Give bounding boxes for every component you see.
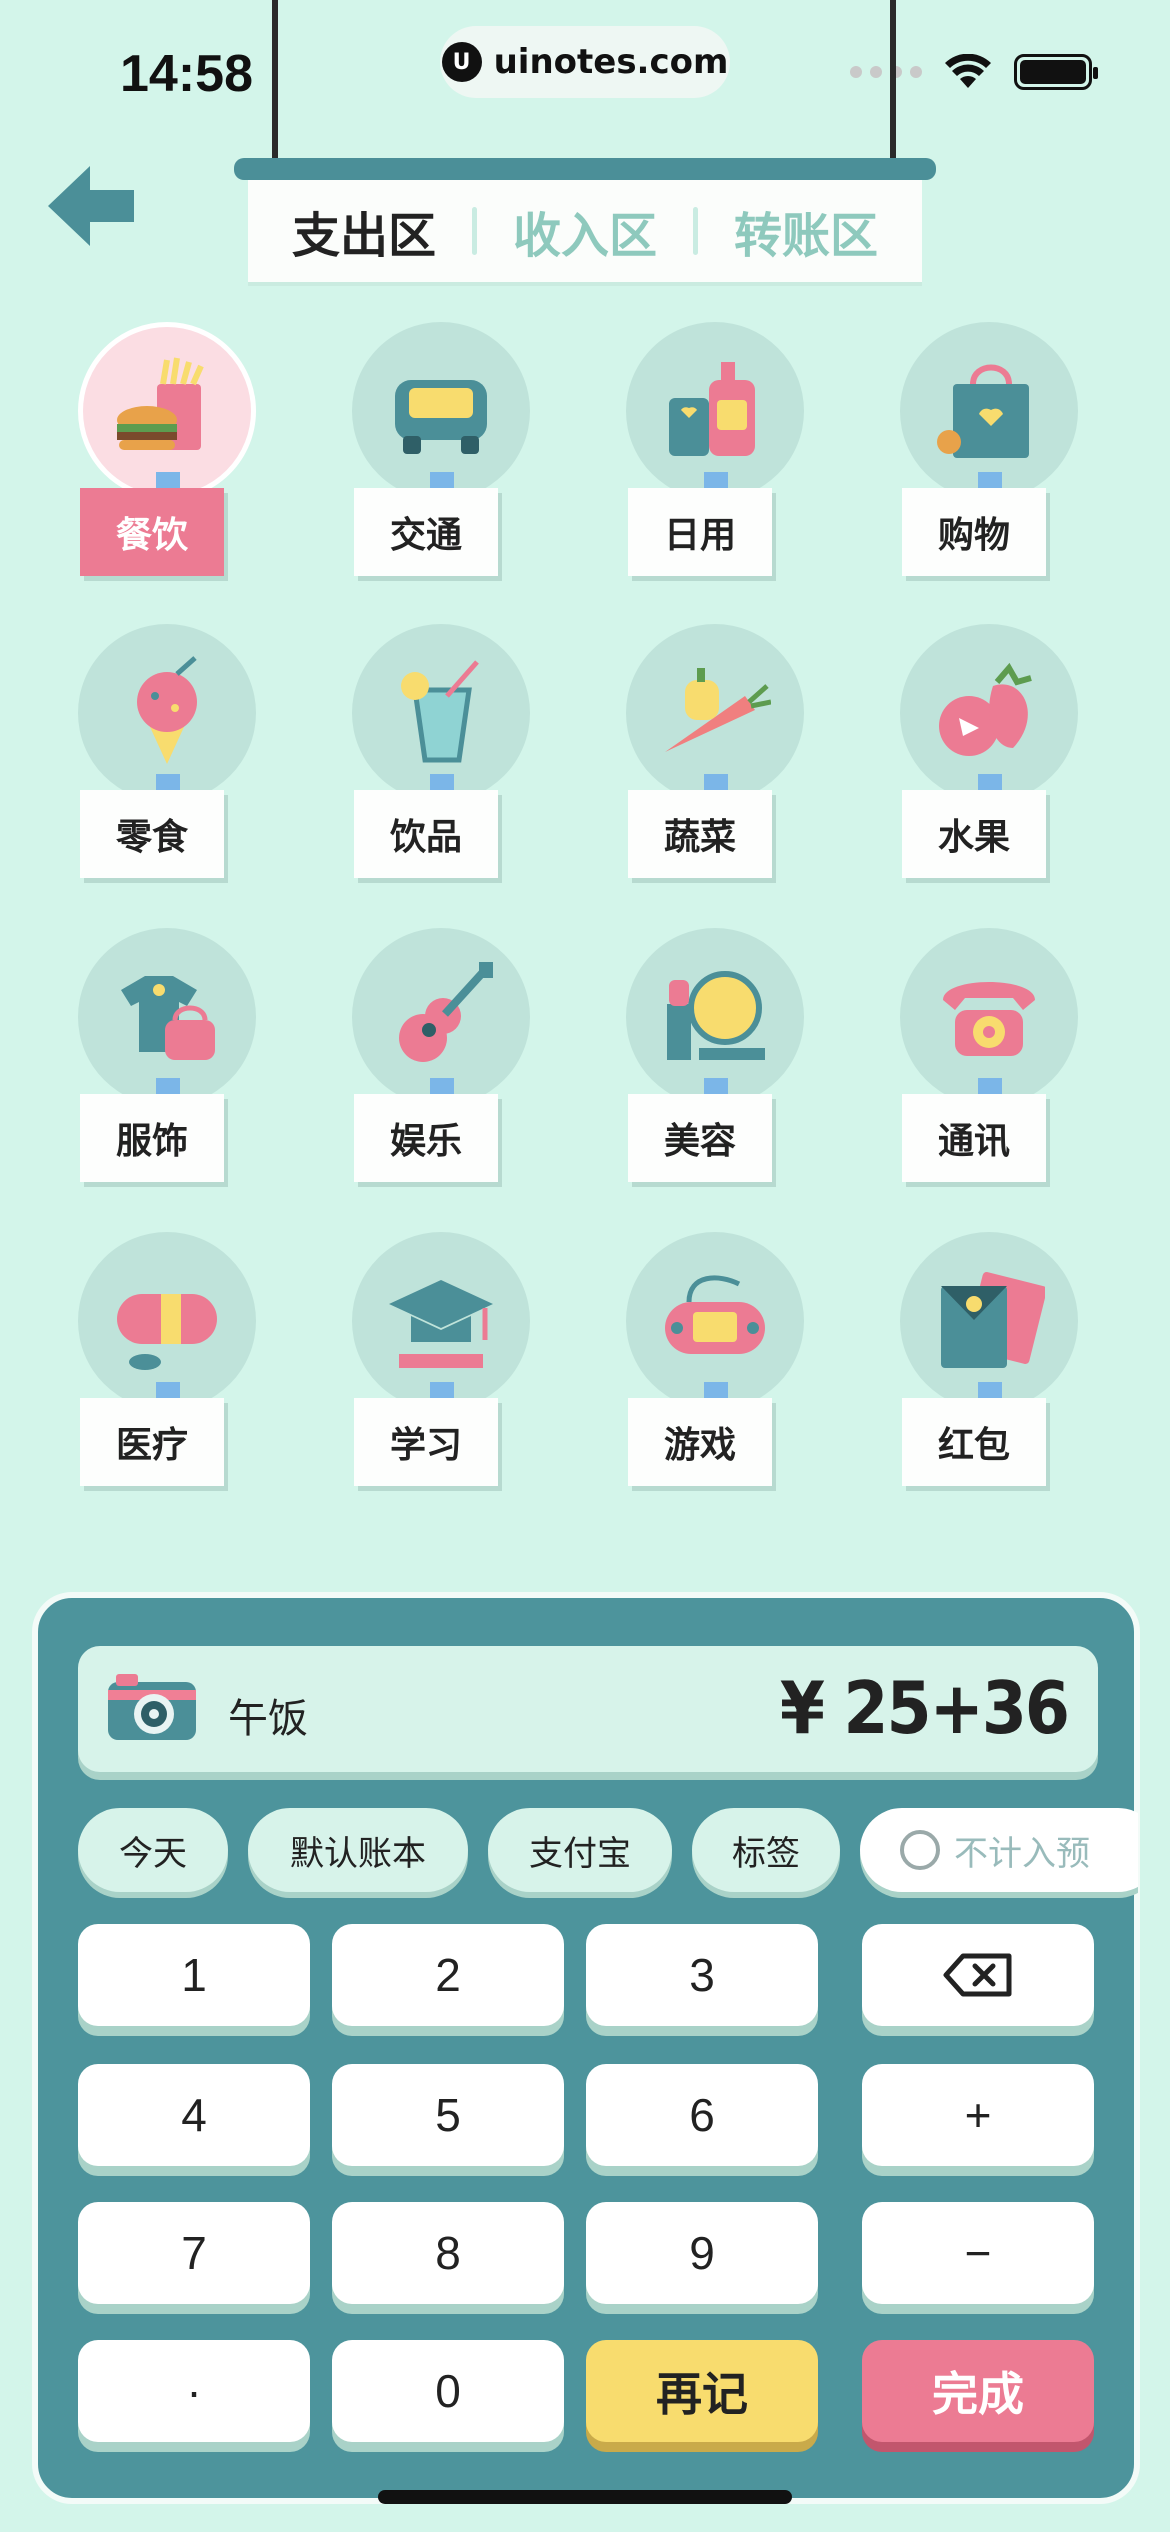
guitar-icon xyxy=(399,962,493,1062)
category-item[interactable]: 饮品 xyxy=(338,624,538,894)
key-3[interactable]: 3 xyxy=(586,1924,818,2026)
red-envelope-icon xyxy=(941,1272,1045,1368)
category-label: 红包 xyxy=(902,1398,1046,1486)
amount-display: ¥ 25+36 xyxy=(779,1666,1070,1750)
record-again-button[interactable]: 再记 xyxy=(586,2340,818,2442)
key-0[interactable]: 0 xyxy=(332,2340,564,2442)
cellular-signal-icon xyxy=(850,66,922,78)
home-indicator[interactable] xyxy=(378,2490,792,2504)
key-4[interactable]: 4 xyxy=(78,2064,310,2166)
car-icon xyxy=(395,380,487,454)
option-chips: 今天 默认账本 支付宝 标签 不计入预 xyxy=(78,1808,1138,1898)
tab-expense[interactable]: 支出区 xyxy=(256,196,472,266)
key-6[interactable]: 6 xyxy=(586,2064,818,2166)
exclude-budget-toggle[interactable]: 不计入预 xyxy=(860,1808,1138,1892)
category-item[interactable]: 购物 xyxy=(886,322,1086,592)
category-label: 饮品 xyxy=(354,790,498,878)
category-label: 美容 xyxy=(628,1094,772,1182)
category-item[interactable]: 零食 xyxy=(64,624,264,894)
compact-lipstick-icon xyxy=(667,971,765,1060)
status-indicators xyxy=(850,54,1098,90)
status-time: 14:58 xyxy=(120,45,253,103)
category-label: 学习 xyxy=(354,1398,498,1486)
key-7[interactable]: 7 xyxy=(78,2202,310,2304)
category-label: 水果 xyxy=(902,790,1046,878)
telephone-icon xyxy=(943,982,1035,1056)
backspace-icon xyxy=(943,1953,1012,1997)
category-item[interactable]: 交通 xyxy=(338,322,538,592)
account-chip[interactable]: 支付宝 xyxy=(488,1808,672,1892)
tshirt-handbag-icon xyxy=(121,976,215,1060)
exclude-budget-label: 不计入预 xyxy=(954,1833,1090,1874)
category-item[interactable]: 医疗 xyxy=(64,1232,264,1502)
battery-icon xyxy=(1014,54,1098,90)
minus-button[interactable]: − xyxy=(862,2202,1094,2304)
category-label: 服饰 xyxy=(80,1094,224,1182)
tab-income[interactable]: 收入区 xyxy=(477,196,693,266)
category-label: 游戏 xyxy=(628,1398,772,1486)
shopping-bag-icon xyxy=(937,364,1029,458)
category-item[interactable]: 娱乐 xyxy=(338,928,538,1198)
category-label: 交通 xyxy=(354,488,498,576)
category-item[interactable]: 游戏 xyxy=(612,1232,812,1502)
key-8[interactable]: 8 xyxy=(332,2202,564,2304)
category-label: 日用 xyxy=(628,488,772,576)
site-logo-icon: U xyxy=(441,42,482,82)
entry-panel: 午饭 ¥ 25+36 今天 默认账本 支付宝 标签 不计入预 1 2 3 4 5… xyxy=(32,1592,1140,2504)
strawberry-icon xyxy=(939,662,1032,756)
memo-text: 午饭 xyxy=(228,1696,308,1742)
category-label: 蔬菜 xyxy=(628,790,772,878)
tab-transfer[interactable]: 转账区 xyxy=(698,196,914,266)
type-tabs: 支出区 收入区 转账区 xyxy=(248,180,922,282)
hanging-rope-right xyxy=(890,0,896,168)
hanging-rope-left xyxy=(272,0,278,168)
memo-bar[interactable]: 午饭 ¥ 25+36 xyxy=(78,1646,1098,1772)
back-arrow-icon[interactable] xyxy=(42,156,142,256)
category-item[interactable]: 服饰 xyxy=(64,928,264,1198)
done-button[interactable]: 完成 xyxy=(862,2340,1094,2442)
category-item[interactable]: 餐饮 xyxy=(64,322,264,592)
wifi-icon xyxy=(945,54,991,88)
category-label: 医疗 xyxy=(80,1398,224,1486)
category-item[interactable]: 日用 xyxy=(612,322,812,592)
key-2[interactable]: 2 xyxy=(332,1924,564,2026)
graduation-cap-icon xyxy=(389,1280,493,1368)
url-text: uinotes.com xyxy=(493,42,729,82)
category-label: 餐饮 xyxy=(80,488,224,576)
category-label: 零食 xyxy=(80,790,224,878)
camera-icon[interactable] xyxy=(102,1668,202,1748)
gamepad-icon xyxy=(665,1275,765,1354)
tag-chip[interactable]: 标签 xyxy=(692,1808,840,1892)
lotion-bottle-icon xyxy=(669,362,755,456)
category-item[interactable]: 水果 xyxy=(886,624,1086,894)
date-chip[interactable]: 今天 xyxy=(78,1808,228,1892)
carrot-pepper-icon xyxy=(665,668,771,752)
ice-cream-icon xyxy=(137,656,197,764)
key-1[interactable]: 1 xyxy=(78,1924,310,2026)
category-item[interactable]: 蔬菜 xyxy=(612,624,812,894)
category-item[interactable]: 学习 xyxy=(338,1232,538,1502)
drink-glass-icon xyxy=(401,660,479,763)
plus-button[interactable]: + xyxy=(862,2064,1094,2166)
category-label: 购物 xyxy=(902,488,1046,576)
key-dot[interactable]: · xyxy=(78,2340,310,2442)
category-item[interactable]: 通讯 xyxy=(886,928,1086,1198)
category-label: 娱乐 xyxy=(354,1094,498,1182)
burger-fries-icon xyxy=(117,357,204,450)
backspace-button[interactable] xyxy=(862,1924,1094,2026)
url-pill[interactable]: U uinotes.com xyxy=(440,26,730,98)
category-item[interactable]: 美容 xyxy=(612,928,812,1198)
radio-icon xyxy=(900,1830,940,1870)
pill-capsule-icon xyxy=(117,1294,217,1370)
key-9[interactable]: 9 xyxy=(586,2202,818,2304)
ledger-chip[interactable]: 默认账本 xyxy=(248,1808,468,1892)
tab-rod xyxy=(234,158,936,180)
category-label: 通讯 xyxy=(902,1094,1046,1182)
key-5[interactable]: 5 xyxy=(332,2064,564,2166)
category-item[interactable]: 红包 xyxy=(886,1232,1086,1502)
